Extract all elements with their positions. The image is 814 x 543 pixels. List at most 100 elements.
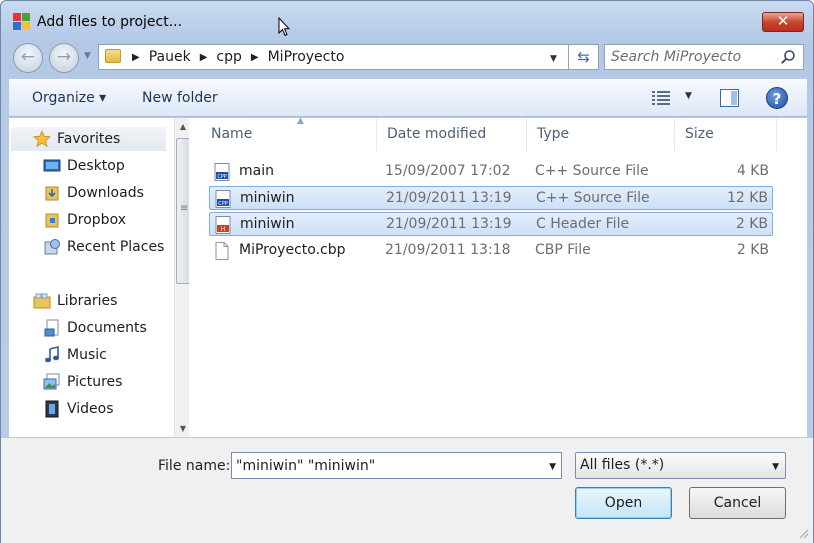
breadcrumb-separator-icon[interactable]: ▶ (251, 52, 259, 63)
breadcrumb-item-cpp[interactable]: cpp (216, 49, 241, 65)
nav-item-dropbox[interactable]: Dropbox (43, 208, 126, 232)
desktop-icon (43, 159, 61, 172)
nav-item-videos[interactable]: Videos (43, 397, 114, 421)
back-button[interactable]: ← (13, 43, 43, 73)
address-bar[interactable]: ▶ Pauek ▶ cpp ▶ MiProyecto ▼ (98, 44, 569, 70)
file-row[interactable]: CPP main 15/09/2007 17:02 C++ Source Fil… (209, 160, 773, 184)
column-header-name[interactable]: ▲ Name (201, 116, 377, 151)
column-header-label: Type (537, 126, 570, 142)
column-header-label: Date modified (387, 126, 487, 142)
app-icon (13, 13, 31, 31)
file-size: 12 KB (726, 190, 768, 206)
forward-button[interactable]: → (49, 43, 79, 73)
resize-grip-icon[interactable] (797, 527, 809, 539)
file-date: 15/09/2007 17:02 (385, 163, 511, 179)
svg-text:H: H (221, 226, 226, 233)
file-size: 2 KB (735, 216, 768, 232)
nav-item-label: Downloads (67, 185, 144, 201)
back-arrow-icon: ← (20, 47, 36, 67)
breadcrumb-item-miproyecto[interactable]: MiProyecto (268, 49, 345, 65)
file-date: 21/09/2011 13:19 (386, 216, 512, 232)
file-selection-footer: File name: ▼ All files (*.*) ▼ Open Canc… (1, 438, 813, 543)
pictures-icon (43, 373, 60, 390)
file-type: CBP File (535, 242, 591, 258)
file-row[interactable]: CPP miniwin 21/09/2011 13:19 C++ Source … (209, 186, 773, 210)
file-size: 4 KB (736, 163, 769, 179)
breadcrumb: ▶ Pauek ▶ cpp ▶ MiProyecto (127, 49, 344, 65)
window-title: Add files to project... (37, 14, 183, 30)
cpp-file-icon: CPP (215, 190, 231, 208)
close-button[interactable]: ✕ (762, 12, 804, 32)
nav-item-label: Desktop (67, 158, 125, 174)
refresh-button[interactable]: ⇆ (569, 44, 599, 70)
file-row[interactable]: MiProyecto.cbp 21/09/2011 13:18 CBP File… (209, 239, 773, 263)
folder-icon (105, 49, 121, 63)
nav-item-pictures[interactable]: Pictures (43, 370, 122, 394)
nav-item-label: Documents (67, 320, 147, 336)
mouse-cursor-icon (278, 17, 290, 37)
file-type: C++ Source File (536, 190, 650, 206)
file-type-select[interactable]: All files (*.*) ▼ (575, 452, 786, 479)
search-input[interactable] (611, 48, 781, 66)
file-name-input[interactable] (236, 457, 536, 475)
help-icon[interactable]: ? (766, 87, 788, 109)
breadcrumb-separator-icon[interactable]: ▶ (200, 52, 208, 63)
star-icon (33, 130, 51, 148)
organize-button[interactable]: Organize ▾ (32, 90, 106, 106)
preview-pane-icon[interactable] (720, 89, 739, 107)
file-row[interactable]: H miniwin 21/09/2011 13:19 C Header File… (209, 212, 773, 236)
breadcrumb-item-pauek[interactable]: Pauek (149, 49, 191, 65)
nav-item-libraries[interactable]: Libraries (33, 289, 117, 313)
nav-item-downloads[interactable]: Downloads (43, 181, 144, 205)
search-icon[interactable] (780, 49, 796, 65)
breadcrumb-separator-icon[interactable]: ▶ (132, 52, 140, 63)
videos-icon (45, 400, 59, 418)
column-header-label: Name (211, 126, 253, 142)
title-bar[interactable]: Add files to project... ✕ (1, 1, 813, 41)
file-name: miniwin (240, 216, 295, 232)
file-type-dropdown-icon[interactable]: ▼ (772, 462, 779, 472)
file-name: main (239, 163, 274, 179)
file-name: miniwin (240, 190, 295, 206)
nav-item-recent-places[interactable]: Recent Places (43, 235, 164, 259)
nav-item-favorites[interactable]: Favorites (11, 127, 166, 151)
cancel-button[interactable]: Cancel (689, 487, 786, 519)
nav-item-label: Recent Places (67, 239, 165, 255)
file-list: ▲ Name Date modified Type Size CPP main … (189, 116, 807, 437)
nav-item-label: Pictures (67, 374, 123, 390)
file-name-label: File name: (158, 458, 231, 474)
nav-item-label: Music (67, 347, 107, 363)
file-name-dropdown-icon[interactable]: ▼ (549, 462, 556, 472)
search-box[interactable] (604, 44, 804, 70)
column-header-date-modified[interactable]: Date modified (377, 118, 527, 151)
nav-item-label: Videos (67, 401, 114, 417)
documents-icon (44, 319, 59, 337)
svg-text:CPP: CPP (217, 174, 227, 180)
nav-item-desktop[interactable]: Desktop (43, 154, 125, 178)
dropbox-folder-icon (45, 213, 59, 228)
file-date: 21/09/2011 13:18 (385, 242, 511, 258)
music-icon (45, 346, 59, 363)
new-folder-button[interactable]: New folder (142, 90, 218, 106)
column-header-size[interactable]: Size (675, 118, 777, 151)
open-button[interactable]: Open (575, 487, 672, 519)
change-view-icon[interactable] (652, 90, 670, 106)
column-header-label: Size (685, 126, 714, 142)
view-options-dropdown-icon[interactable]: ▼ (685, 91, 692, 101)
recent-pages-dropdown-icon[interactable]: ▼ (84, 51, 91, 61)
column-header-type[interactable]: Type (527, 118, 675, 151)
dialog-window: Add files to project... ✕ ← → ▼ ▶ Pauek … (0, 0, 814, 543)
nav-item-label: Favorites (57, 131, 121, 147)
sort-ascending-icon: ▲ (297, 116, 304, 126)
recent-places-icon (44, 239, 60, 255)
file-name-combo[interactable]: ▼ (231, 452, 562, 479)
cpp-file-icon: CPP (214, 163, 230, 181)
address-history-dropdown-icon[interactable]: ▼ (550, 54, 557, 64)
navigation-pane: Favorites Desktop Downloads Dropbox Rece… (9, 118, 191, 437)
nav-item-documents[interactable]: Documents (43, 316, 147, 340)
nav-item-music[interactable]: Music (43, 343, 107, 367)
nav-item-label: Dropbox (67, 212, 126, 228)
svg-text:CPP: CPP (218, 201, 228, 207)
forward-arrow-icon: → (56, 47, 72, 67)
downloads-folder-icon (45, 186, 59, 201)
